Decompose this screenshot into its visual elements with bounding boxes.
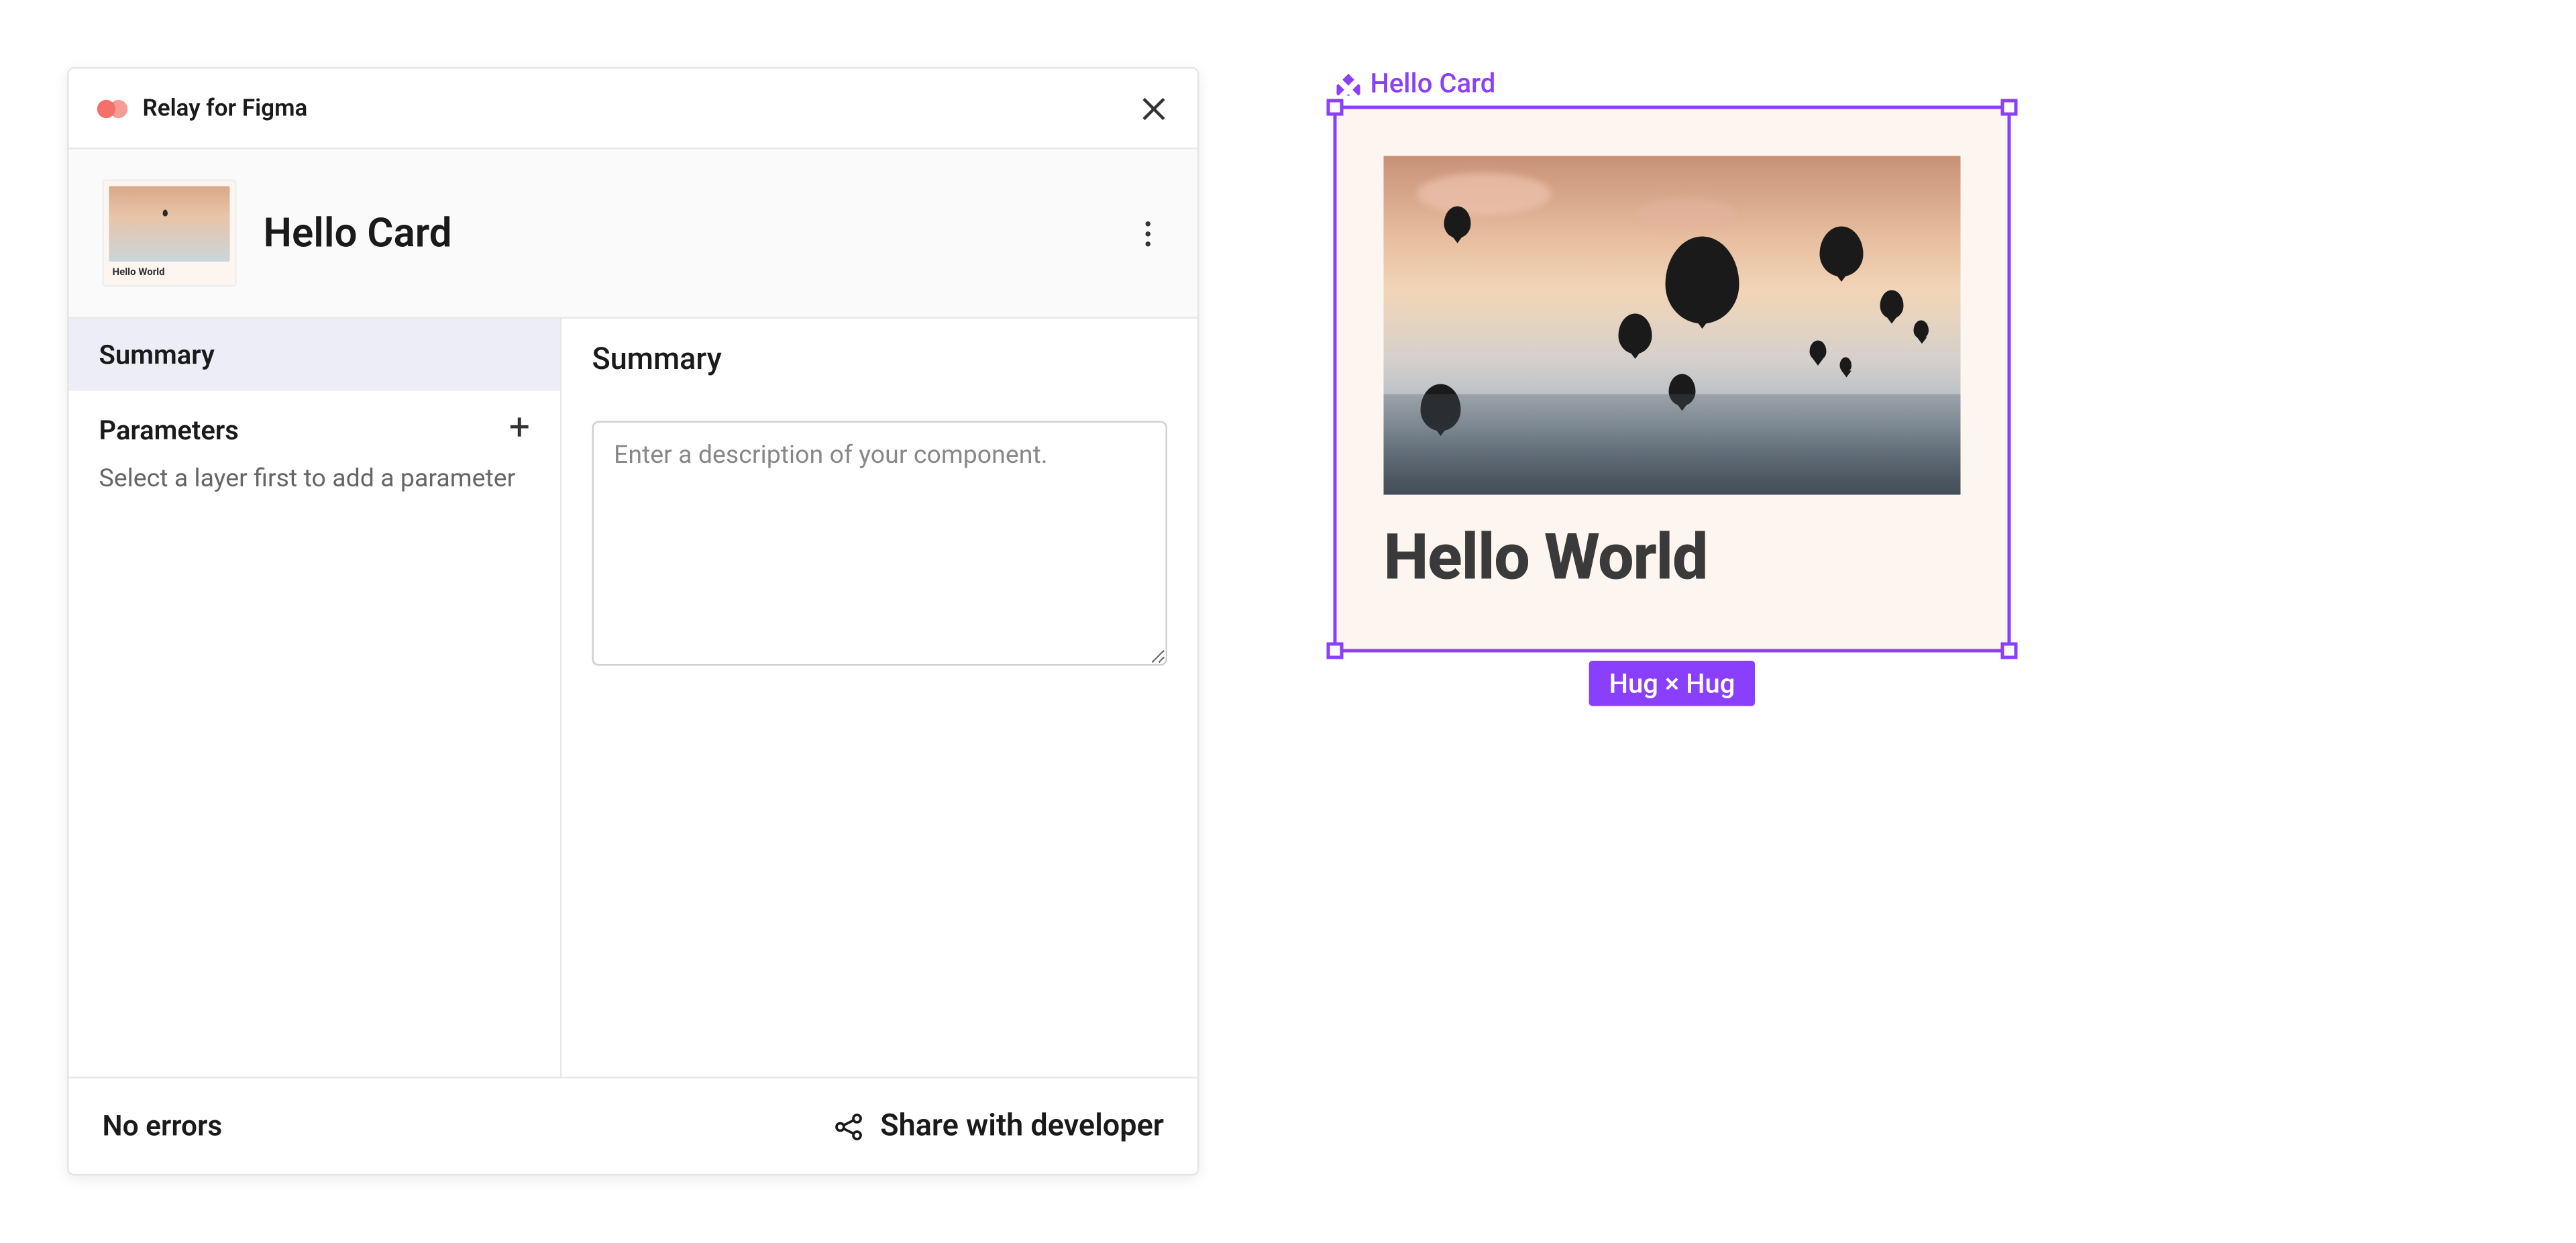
plugin-title: Relay for Figma	[143, 95, 308, 121]
selection-frame[interactable]: Hello World Hug × Hug	[1334, 106, 2011, 653]
component-frame-label[interactable]: Hello Card	[1334, 67, 2011, 99]
resize-handle-bl[interactable]	[1327, 643, 1344, 659]
parameters-section: Parameters + Select a layer first to add…	[69, 391, 561, 517]
parameters-header: Parameters +	[99, 411, 531, 448]
relay-plugin-panel: Relay for Figma Hello World Hello Card S…	[67, 67, 1199, 1176]
tab-summary[interactable]: Summary	[69, 319, 561, 391]
resize-handle-br[interactable]	[2001, 643, 2018, 659]
share-with-developer-button[interactable]: Share with developer	[833, 1109, 1164, 1144]
card-text: Hello World	[1384, 522, 1961, 596]
size-badge: Hug × Hug	[1589, 661, 1756, 706]
share-icon	[833, 1111, 863, 1141]
close-button[interactable]	[1137, 91, 1171, 125]
content-area: Summary	[562, 319, 1198, 1077]
add-parameter-button[interactable]: +	[509, 411, 530, 448]
thumb-text: Hello World	[109, 262, 230, 280]
component-frame-name: Hello Card	[1371, 67, 1496, 99]
status-text: No errors	[103, 1110, 223, 1143]
parameters-help-text: Select a layer first to add a parameter	[99, 462, 531, 497]
plugin-header: Relay for Figma	[69, 69, 1198, 150]
component-icon	[1337, 71, 1360, 95]
relay-logo-icon	[96, 91, 129, 125]
component-header: Hello World Hello Card	[69, 150, 1198, 319]
parameters-title: Parameters	[99, 413, 239, 445]
description-input[interactable]	[592, 421, 1168, 666]
panel-body: Summary Parameters + Select a layer firs…	[69, 319, 1198, 1077]
plugin-header-left: Relay for Figma	[96, 91, 308, 125]
resize-handle-tl[interactable]	[1327, 99, 1344, 116]
close-icon	[1140, 95, 1167, 121]
content-heading: Summary	[592, 342, 1168, 378]
figma-canvas[interactable]: Hello Card	[1334, 67, 2011, 1176]
component-name: Hello Card	[264, 210, 1131, 257]
share-label: Share with developer	[880, 1109, 1164, 1144]
card-image	[1384, 156, 1961, 495]
resize-handle-tr[interactable]	[2001, 99, 2018, 116]
sidebar: Summary Parameters + Select a layer firs…	[69, 319, 562, 1077]
more-menu-button[interactable]	[1130, 217, 1164, 250]
component-thumbnail: Hello World	[103, 180, 237, 287]
panel-footer: No errors Share with developer	[69, 1077, 1198, 1174]
hello-card-component[interactable]: Hello World	[1337, 109, 2008, 649]
